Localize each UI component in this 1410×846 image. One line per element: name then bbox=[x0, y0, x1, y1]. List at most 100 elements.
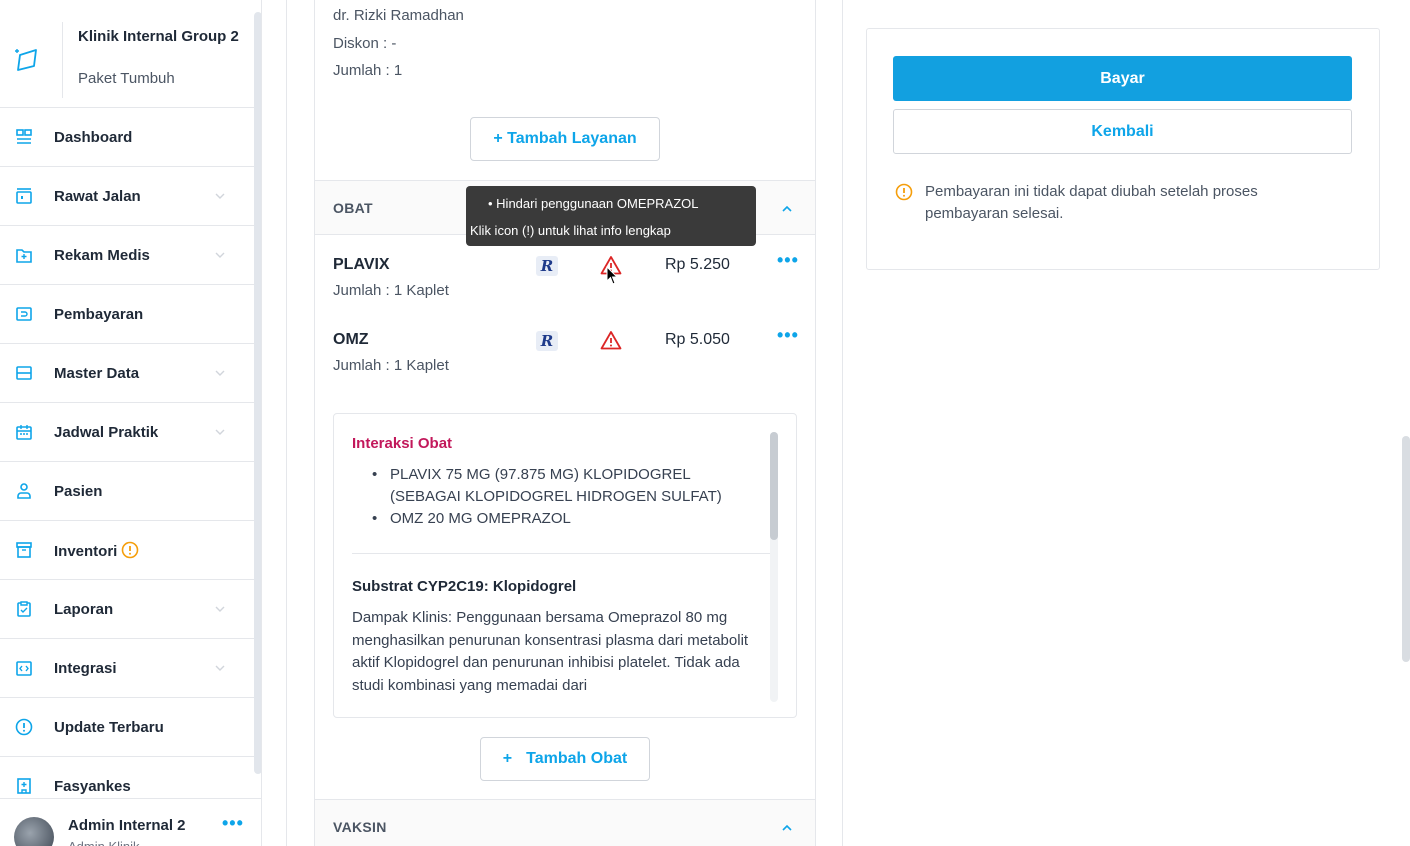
interaction-scroll-thumb[interactable] bbox=[770, 432, 778, 540]
sidebar-item-label: Integrasi bbox=[54, 659, 117, 677]
sidebar: Klinik Internal Group 2 Paket Tumbuh Das… bbox=[0, 0, 262, 846]
mouse-cursor-icon bbox=[606, 266, 619, 285]
sidebar-item-label: Master Data bbox=[54, 364, 140, 382]
sidebar-item-laporan[interactable]: Laporan bbox=[0, 580, 254, 639]
chevron-up-icon[interactable] bbox=[781, 203, 793, 215]
add-medicine-label: Tambah Obat bbox=[526, 750, 628, 767]
add-service-button[interactable]: + Tambah Layanan bbox=[470, 117, 660, 161]
medicine-row: OMZ Jumlah : 1 Kaplet R Rp 5.050 ••• bbox=[315, 325, 815, 391]
chevron-down-icon bbox=[215, 429, 225, 435]
sidebar-item-master-data[interactable]: Master Data bbox=[0, 344, 254, 403]
service-discount: Diskon : - bbox=[333, 35, 397, 52]
chevron-down-icon bbox=[215, 665, 225, 671]
clinic-divider bbox=[62, 22, 63, 98]
sidebar-item-label: Pembayaran bbox=[54, 305, 144, 323]
sidebar-item-dashboard[interactable]: Dashboard bbox=[0, 108, 254, 167]
drug-interaction-panel: Interaksi Obat PLAVIX 75 MG (97.875 MG) … bbox=[333, 413, 797, 718]
medicine-row: PLAVIX Jumlah : 1 Kaplet R Rp 5.250 ••• bbox=[315, 250, 815, 316]
page-scrollbar[interactable] bbox=[1402, 436, 1410, 662]
payment-note: Pembayaran ini tidak dapat diubah setela… bbox=[925, 183, 1258, 222]
sidebar-item-label: Dashboard bbox=[54, 128, 133, 146]
clinic-switcher[interactable]: Klinik Internal Group 2 Paket Tumbuh bbox=[0, 12, 254, 108]
pay-button[interactable]: Bayar bbox=[893, 56, 1352, 101]
info-circle-icon bbox=[15, 718, 33, 736]
medicine-price: Rp 5.250 bbox=[665, 256, 730, 273]
order-detail-card: dr. Rizki Ramadhan Diskon : - Jumlah : 1… bbox=[314, 0, 816, 846]
app-root: Klinik Internal Group 2 Paket Tumbuh Das… bbox=[0, 0, 1410, 846]
dashboard-icon bbox=[16, 129, 32, 144]
tooltip-line-2: Klik icon (!) untuk lihat info lengkap bbox=[470, 223, 671, 238]
chevron-up-icon[interactable] bbox=[781, 822, 793, 834]
user-name: Admin Internal 2 bbox=[68, 817, 186, 834]
sidebar-nav: Dashboard Rawat Jalan Rekam Medis Pembay… bbox=[0, 108, 254, 816]
plus-icon: + bbox=[502, 750, 513, 767]
sidebar-item-jadwal-praktik[interactable]: Jadwal Praktik bbox=[0, 403, 254, 462]
column-divider-right bbox=[842, 0, 843, 846]
medicine-section-title: OBAT bbox=[333, 200, 373, 216]
medicine-more-button[interactable]: ••• bbox=[777, 250, 799, 271]
sidebar-item-inventori[interactable]: Inventori bbox=[0, 521, 254, 580]
sidebar-item-label: Pasien bbox=[54, 482, 103, 500]
medicine-name: OMZ bbox=[333, 331, 369, 348]
medicine-more-button[interactable]: ••• bbox=[777, 325, 799, 346]
sidebar-item-rawat-jalan[interactable]: Rawat Jalan bbox=[0, 167, 254, 226]
report-icon bbox=[17, 601, 31, 617]
sidebar-item-rekam-medis[interactable]: Rekam Medis bbox=[0, 226, 254, 285]
master-data-icon bbox=[16, 366, 32, 380]
warning-icon bbox=[895, 183, 913, 201]
medicine-quantity: Jumlah : 1 Kaplet bbox=[333, 282, 449, 299]
integration-icon bbox=[16, 661, 32, 676]
tooltip-line-1: • Hindari penggunaan OMEPRAZOL bbox=[488, 196, 699, 211]
medicine-price: Rp 5.050 bbox=[665, 331, 730, 348]
interaction-title: Interaksi Obat bbox=[352, 435, 453, 452]
sidebar-item-label: Jadwal Praktik bbox=[54, 423, 159, 441]
service-quantity: Jumlah : 1 bbox=[333, 62, 403, 79]
back-button[interactable]: Kembali bbox=[893, 109, 1352, 154]
chevron-down-icon bbox=[215, 370, 225, 376]
chevron-down-icon bbox=[215, 606, 225, 612]
sidebar-item-label: Rekam Medis bbox=[54, 246, 150, 264]
sidebar-item-pembayaran[interactable]: Pembayaran bbox=[0, 285, 254, 344]
vaccine-section-title: VAKSIN bbox=[333, 819, 387, 835]
sidebar-item-label: Inventori bbox=[54, 541, 139, 560]
prescription-icon[interactable]: R bbox=[536, 331, 558, 351]
interaction-description: Dampak Klinis: Penggunaan bersama Omepra… bbox=[352, 609, 749, 694]
payment-icon bbox=[16, 307, 32, 321]
facility-icon bbox=[17, 778, 31, 794]
clinic-plan: Paket Tumbuh bbox=[78, 70, 175, 87]
user-profile[interactable]: Admin Internal 2 Admin Klinik ••• bbox=[0, 798, 261, 846]
service-doctor: dr. Rizki Ramadhan bbox=[333, 7, 464, 24]
patient-icon bbox=[17, 483, 31, 499]
user-role: Admin Klinik bbox=[68, 839, 140, 846]
sidebar-item-label: Fasyankes bbox=[54, 777, 131, 795]
vaccine-section-header[interactable]: VAKSIN bbox=[315, 799, 815, 846]
sidebar-item-label: Update Terbaru bbox=[54, 718, 164, 736]
outpatient-icon bbox=[16, 188, 32, 204]
calendar-icon bbox=[16, 425, 32, 440]
add-medicine-button[interactable]: + Tambah Obat bbox=[480, 737, 650, 781]
sidebar-item-pasien[interactable]: Pasien bbox=[0, 462, 254, 521]
user-more-button[interactable]: ••• bbox=[222, 813, 244, 834]
chevron-down-icon bbox=[215, 193, 225, 199]
sidebar-item-integrasi[interactable]: Integrasi bbox=[0, 639, 254, 698]
sidebar-item-update-terbaru[interactable]: Update Terbaru bbox=[0, 698, 254, 757]
list-item: OMZ 20 MG OMEPRAZOL bbox=[370, 508, 750, 530]
list-item: PLAVIX 75 MG (97.875 MG) KLOPIDOGREL (SE… bbox=[370, 464, 750, 508]
medical-record-icon bbox=[16, 249, 32, 263]
interaction-divider bbox=[352, 553, 770, 554]
avatar bbox=[14, 817, 54, 846]
interaction-subtitle: Substrat CYP2C19: Klopidogrel bbox=[352, 578, 577, 595]
column-divider-left bbox=[286, 0, 287, 846]
medicine-quantity: Jumlah : 1 Kaplet bbox=[333, 357, 449, 374]
payment-card: Bayar Kembali Pembayaran ini tidak dapat… bbox=[866, 28, 1380, 270]
prescription-icon[interactable]: R bbox=[536, 256, 558, 276]
interaction-drug-list: PLAVIX 75 MG (97.875 MG) KLOPIDOGREL (SE… bbox=[370, 464, 750, 530]
sidebar-item-label: Rawat Jalan bbox=[54, 187, 141, 205]
chevron-down-icon bbox=[215, 252, 225, 258]
alert-triangle-icon[interactable] bbox=[600, 330, 622, 350]
warning-icon bbox=[122, 541, 139, 558]
sidebar-item-label: Laporan bbox=[54, 600, 114, 618]
medicine-name: PLAVIX bbox=[333, 256, 390, 273]
inventory-icon bbox=[16, 542, 32, 558]
sidebar-scrollbar[interactable] bbox=[254, 12, 261, 774]
